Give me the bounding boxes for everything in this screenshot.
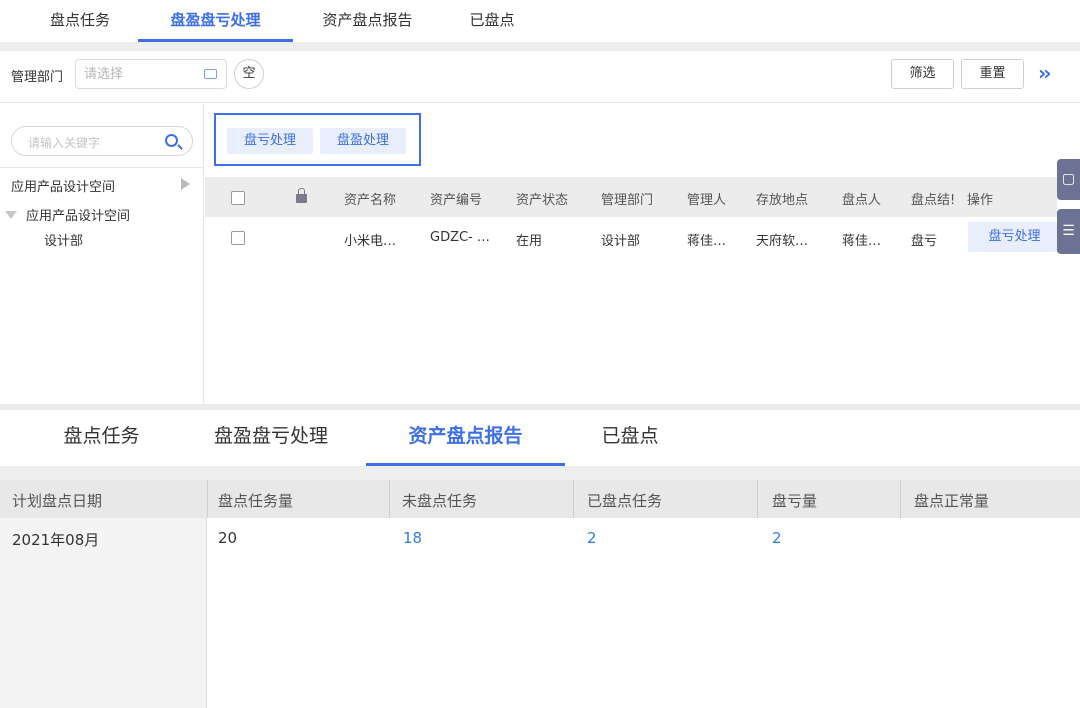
select-all-checkbox[interactable] bbox=[231, 191, 245, 205]
col-checker: 盘点人 bbox=[842, 193, 882, 208]
tree-node[interactable]: 应用产品设计空间 bbox=[26, 205, 130, 224]
tab-inventory-tasks[interactable]: 盘点任务 bbox=[44, 410, 159, 466]
top-tab-bar: 盘点任务 盘盈盘亏处理 资产盘点报告 已盘点 bbox=[0, 0, 1080, 42]
dept-label: 管理部门 bbox=[11, 70, 64, 85]
cell-task-total: 20 bbox=[218, 529, 238, 547]
col-dept: 管理部门 bbox=[601, 193, 654, 208]
row-checkbox[interactable] bbox=[231, 231, 245, 245]
tab-gain-loss[interactable]: 盘盈盘亏处理 bbox=[138, 0, 293, 42]
tab-checked[interactable]: 已盘点 bbox=[588, 410, 672, 466]
double-chevron-right-icon[interactable]: ›› bbox=[1038, 61, 1052, 85]
cell-asset-name: 小米电… bbox=[344, 234, 397, 249]
filter-button[interactable]: 筛选 bbox=[891, 59, 954, 89]
lock-icon bbox=[296, 188, 307, 203]
loss-process-button[interactable]: 盘亏处理 bbox=[227, 128, 313, 154]
table-header: 资产名称 资产编号 资产状态 管理部门 管理人 存放地点 盘点人 盘点结! 操作 bbox=[205, 177, 1057, 217]
col-location: 存放地点 bbox=[756, 193, 809, 208]
divider bbox=[0, 42, 1080, 51]
column-divider bbox=[900, 480, 901, 518]
tree-search-input[interactable]: 请输入关键字 bbox=[11, 126, 193, 156]
cell-dept: 设计部 bbox=[601, 234, 641, 249]
col-plan-date: 计划盘点日期 bbox=[12, 492, 103, 510]
asset-table: 资产名称 资产编号 资产状态 管理部门 管理人 存放地点 盘点人 盘点结! 操作… bbox=[205, 177, 1061, 399]
col-pending: 未盘点任务 bbox=[402, 492, 478, 510]
list-menu-icon[interactable]: ☰ bbox=[1057, 209, 1080, 254]
bottom-tab-bar: 盘点任务 盘盈盘亏处理 资产盘点报告 已盘点 bbox=[0, 410, 1080, 466]
column-divider bbox=[573, 480, 574, 518]
clear-button[interactable]: 空 bbox=[234, 59, 264, 89]
tree-node-leaf[interactable]: 设计部 bbox=[44, 230, 83, 249]
cell-manager: 蒋佳… bbox=[687, 234, 727, 249]
report-header: 计划盘点日期 盘点任务量 未盘点任务 已盘点任务 盘亏量 盘点正常量 bbox=[0, 480, 1080, 518]
col-asset-code: 资产编号 bbox=[430, 193, 483, 208]
tab-checked[interactable]: 已盘点 bbox=[456, 0, 528, 42]
divider bbox=[0, 167, 204, 168]
search-placeholder: 请输入关键字 bbox=[28, 136, 101, 150]
tab-asset-report[interactable]: 资产盘点报告 bbox=[366, 410, 565, 466]
side-panel-icon[interactable]: ▢ bbox=[1057, 159, 1080, 200]
col-operation: 操作 bbox=[967, 193, 994, 208]
column-divider bbox=[757, 480, 758, 518]
cell-done-link[interactable]: 2 bbox=[587, 529, 597, 547]
dept-tree-sidebar: 请输入关键字 应用产品设计空间 应用产品设计空间 设计部 bbox=[0, 104, 204, 404]
col-done: 已盘点任务 bbox=[587, 492, 663, 510]
col-normal: 盘点正常量 bbox=[914, 492, 990, 510]
cell-plan-date: 2021年08月 bbox=[12, 531, 100, 549]
column-divider bbox=[207, 480, 208, 518]
cell-asset-status: 在用 bbox=[516, 234, 543, 249]
tab-gain-loss[interactable]: 盘盈盘亏处理 bbox=[195, 410, 347, 466]
reset-button[interactable]: 重置 bbox=[961, 59, 1024, 89]
search-icon[interactable] bbox=[165, 134, 178, 147]
col-asset-status: 资产状态 bbox=[516, 193, 569, 208]
cell-location: 天府软… bbox=[756, 234, 809, 249]
tab-asset-report[interactable]: 资产盘点报告 bbox=[310, 0, 425, 42]
cell-checker: 蒋佳… bbox=[842, 234, 882, 249]
action-button-group: 盘亏处理 盘盈处理 bbox=[214, 113, 421, 166]
col-asset-name: 资产名称 bbox=[344, 193, 397, 208]
filter-toolbar: 管理部门 空 筛选 重置 ›› bbox=[0, 51, 1080, 103]
keyboard-icon bbox=[204, 69, 217, 79]
col-result: 盘点结! bbox=[911, 193, 956, 208]
divider bbox=[0, 466, 1080, 480]
gain-process-button[interactable]: 盘盈处理 bbox=[320, 128, 406, 154]
report-table: 计划盘点日期 盘点任务量 未盘点任务 已盘点任务 盘亏量 盘点正常量 2021年… bbox=[0, 480, 1080, 708]
tab-inventory-tasks[interactable]: 盘点任务 bbox=[34, 0, 126, 42]
cell-loss-link[interactable]: 2 bbox=[772, 529, 782, 547]
tree-node[interactable]: 应用产品设计空间 bbox=[11, 176, 115, 195]
cell-asset-code: GDZC- … bbox=[430, 230, 490, 245]
col-manager: 管理人 bbox=[687, 193, 727, 208]
col-task-total: 盘点任务量 bbox=[218, 492, 294, 510]
cell-pending-link[interactable]: 18 bbox=[403, 529, 422, 547]
caret-right-icon[interactable] bbox=[181, 178, 190, 190]
column-divider bbox=[389, 480, 390, 518]
cell-result: 盘亏 bbox=[911, 234, 938, 249]
col-loss: 盘亏量 bbox=[772, 492, 818, 510]
row-loss-process-button[interactable]: 盘亏处理 bbox=[968, 222, 1061, 252]
caret-down-icon[interactable] bbox=[5, 211, 17, 219]
